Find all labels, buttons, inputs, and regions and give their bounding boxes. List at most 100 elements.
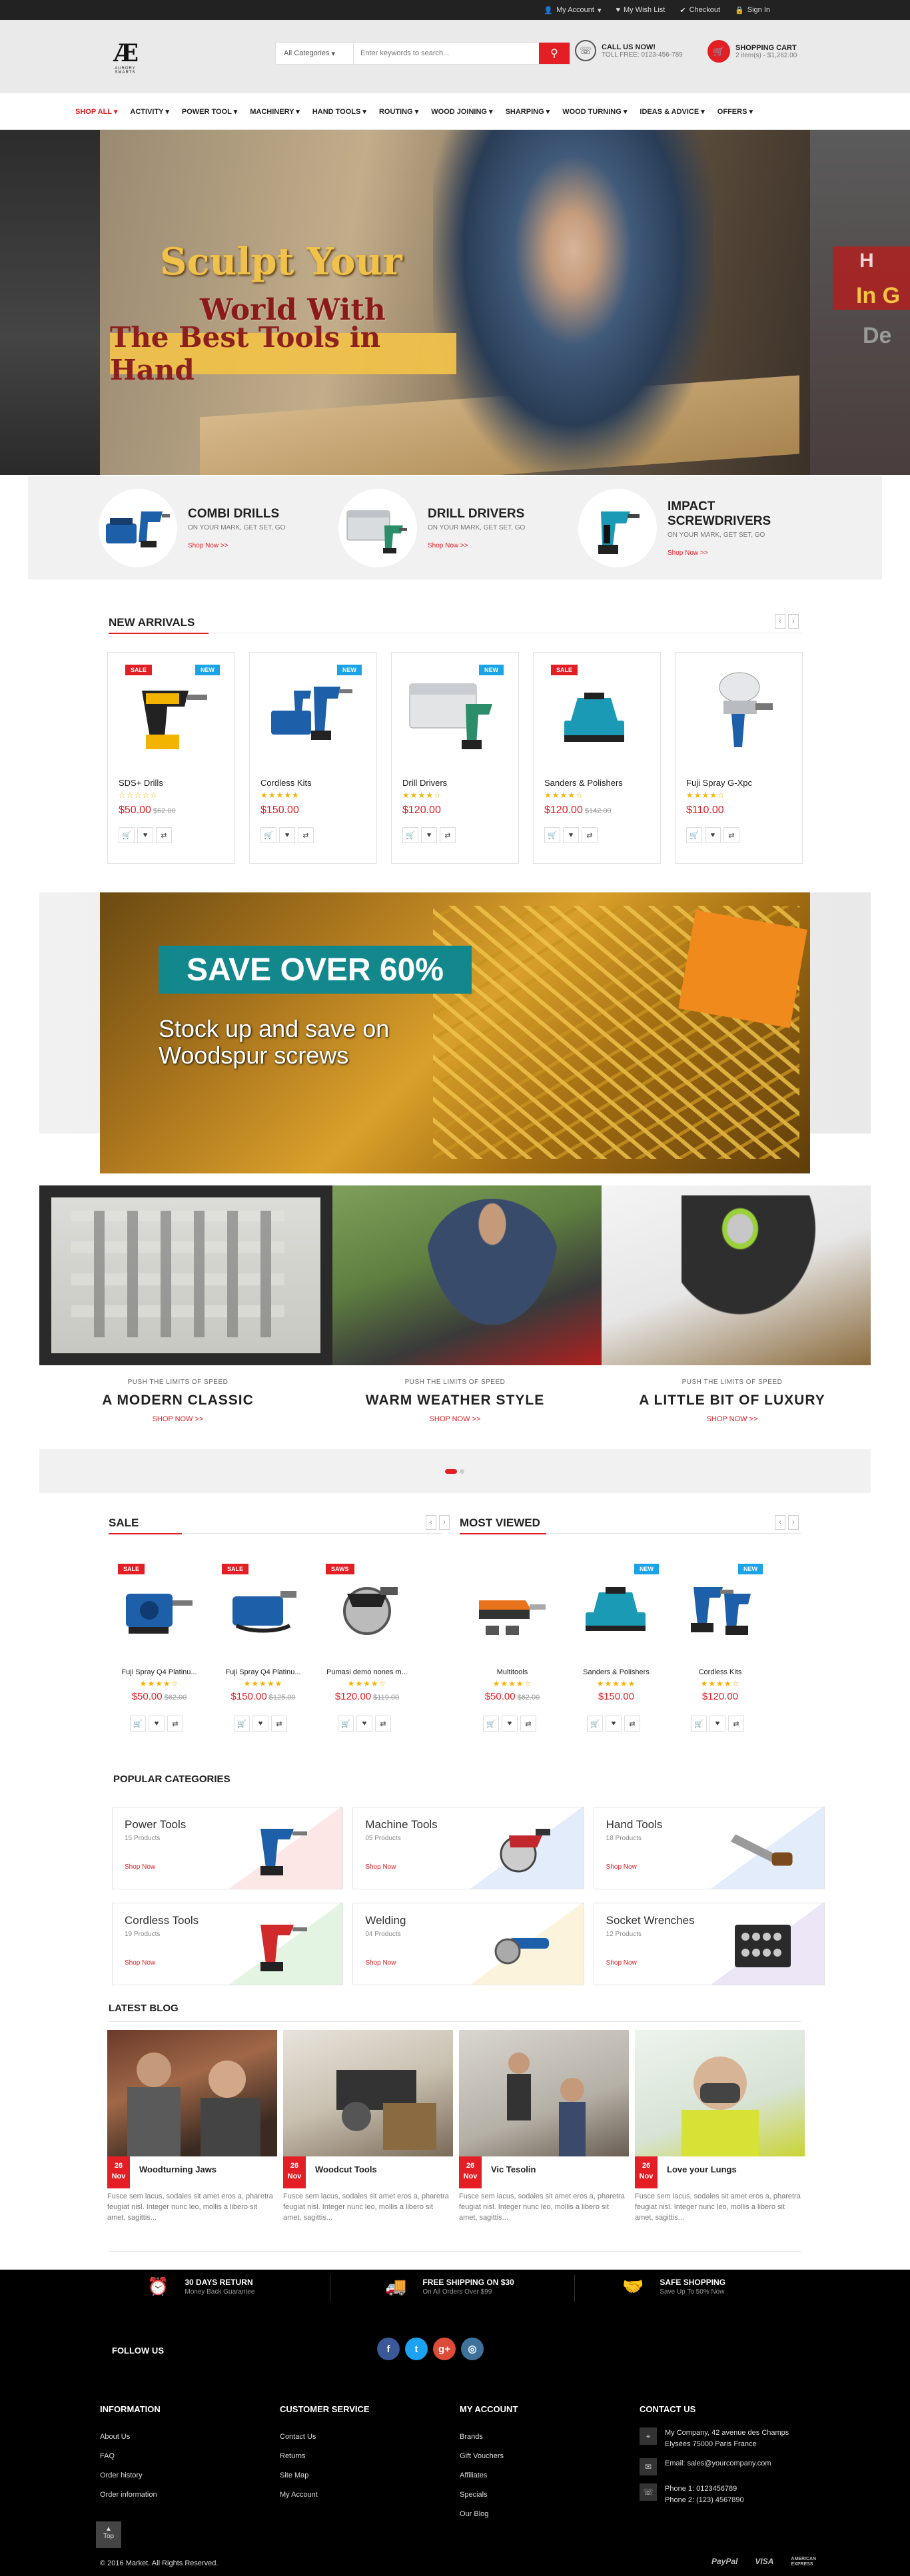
wishlist-icon[interactable]: ♥ — [279, 827, 295, 843]
prev-arrow-icon[interactable]: ‹ — [775, 1515, 785, 1530]
blog-post[interactable]: 26 Nov Vic Tesolin Fusce sem lacus, sodal… — [459, 2030, 629, 2222]
shop-now-link[interactable]: Shop Now — [606, 1863, 637, 1871]
add-to-cart-icon[interactable]: 🛒 — [402, 827, 418, 843]
category-select[interactable]: All Categories ▾ — [276, 43, 354, 64]
facebook-icon[interactable]: f — [377, 2338, 400, 2360]
footer-link[interactable]: Brands — [460, 2427, 518, 2447]
add-to-cart-icon[interactable]: 🛒 — [119, 827, 135, 843]
shop-now-link[interactable]: SHOP NOW >> — [594, 1415, 871, 1423]
banner-luxury-image[interactable] — [602, 1185, 871, 1365]
product-name[interactable]: Fuji Spray G-Xpc — [686, 778, 752, 788]
product-card[interactable]: Fuji Spray G-Xpc ★★★★☆ $110.00 🛒 ♥ ⇄ — [675, 652, 803, 864]
shopping-cart[interactable]: 🛒 SHOPPING CART 2 item(s) - $1,262.00 — [707, 40, 797, 63]
shop-now-link[interactable]: SHOP NOW >> — [316, 1415, 594, 1423]
compare-icon[interactable]: ⇄ — [271, 1716, 287, 1732]
product-name[interactable]: Sanders & Polishers — [544, 778, 623, 788]
shop-now-link[interactable]: Shop Now — [125, 1863, 155, 1871]
banner-modern-classic-image[interactable] — [39, 1185, 332, 1365]
product-card[interactable]: SALE NEW SDS+ Drills ☆☆☆☆☆ $50.00 $62.00 … — [107, 652, 235, 864]
nav-hand-tools[interactable]: HAND TOOLS ▾ — [312, 107, 366, 116]
nav-wood-joining[interactable]: WOOD JOINING ▾ — [431, 107, 492, 116]
blog-title[interactable]: Woodturning Jaws — [139, 2164, 217, 2174]
compare-icon[interactable]: ⇄ — [624, 1716, 640, 1732]
blog-post[interactable]: 26 Nov Woodturning Jaws Fusce sem lacus, … — [107, 2030, 277, 2222]
category-card-power-tools[interactable]: Power Tools 15 Products Shop Now — [112, 1807, 344, 1889]
compare-icon[interactable]: ⇄ — [520, 1716, 536, 1732]
logo[interactable]: Æ AURORY SMARTS — [104, 40, 147, 77]
compare-icon[interactable]: ⇄ — [298, 827, 314, 843]
product-name[interactable]: Fuji Spray Q4 Platinu... — [110, 1668, 209, 1676]
product-card[interactable]: NEW Drill Drivers ★★★★☆ $120.00 🛒 ♥ ⇄ — [391, 652, 519, 864]
footer-link[interactable]: About Us — [100, 2427, 161, 2447]
wishlist-icon[interactable]: ♥ — [149, 1716, 165, 1732]
add-to-cart-icon[interactable]: 🛒 — [587, 1716, 603, 1732]
twitter-icon[interactable]: t — [405, 2338, 428, 2360]
search-input[interactable] — [354, 43, 539, 64]
category-card-hand-tools[interactable]: Hand Tools 18 Products Shop Now — [593, 1807, 825, 1889]
product-name[interactable]: Cordless Kits — [260, 778, 312, 788]
blog-title[interactable]: Vic Tesolin — [491, 2164, 536, 2174]
product-name[interactable]: Pumasi demo nones m... — [318, 1668, 416, 1676]
compare-icon[interactable]: ⇄ — [728, 1716, 744, 1732]
banner-warm-weather-image[interactable] — [332, 1185, 602, 1365]
category-card-machine-tools[interactable]: Machine Tools 05 Products Shop Now — [352, 1807, 584, 1889]
google-plus-icon[interactable]: g+ — [433, 2338, 456, 2360]
nav-routing[interactable]: ROUTING ▾ — [379, 107, 418, 116]
compare-icon[interactable]: ⇄ — [167, 1716, 183, 1732]
add-to-cart-icon[interactable]: 🛒 — [691, 1716, 707, 1732]
featured-drill-drivers[interactable]: DRILL DRIVERS ON YOUR MARK, GET SET, GO … — [338, 476, 578, 579]
wishlist-icon[interactable]: ♥ — [356, 1716, 372, 1732]
footer-link[interactable]: My Account — [280, 2485, 370, 2505]
blog-post[interactable]: 26 Nov Love your Lungs Fusce sem lacus, s… — [635, 2030, 805, 2222]
add-to-cart-icon[interactable]: 🛒 — [260, 827, 276, 843]
search-button[interactable]: ⚲ — [539, 43, 570, 64]
product-card[interactable]: SAWS Pumasi demo nones m... ★★★★☆ $120.0… — [318, 1558, 416, 1745]
prev-arrow-icon[interactable]: ‹ — [775, 614, 785, 629]
footer-link[interactable]: Returns — [280, 2447, 370, 2466]
featured-impact-screwdrivers[interactable]: IMPACT SCREWDRIVERS ON YOUR MARK, GET SE… — [578, 476, 818, 579]
nav-wood-turning[interactable]: WOOD TURNING ▾ — [562, 107, 627, 116]
footer-link[interactable]: Affiliates — [460, 2466, 518, 2485]
product-name[interactable]: Cordless Kits — [671, 1668, 769, 1676]
wishlist-icon[interactable]: ♥ — [137, 827, 153, 843]
wishlist-icon[interactable]: ♥ — [705, 827, 721, 843]
category-card-socket-wrenches[interactable]: Socket Wrenches 12 Products Shop Now — [593, 1903, 825, 1985]
shop-now-link[interactable]: SHOP NOW >> — [39, 1415, 316, 1423]
back-to-top-button[interactable]: ▲ Top — [96, 2521, 121, 2548]
footer-link[interactable]: Specials — [460, 2485, 518, 2505]
compare-icon[interactable]: ⇄ — [582, 827, 598, 843]
signin-link[interactable]: 🔒 Sign In — [735, 6, 770, 15]
shop-now-link[interactable]: Shop Now >> — [668, 549, 771, 557]
dot-active[interactable] — [445, 1469, 457, 1474]
blog-title[interactable]: Love your Lungs — [667, 2164, 737, 2174]
shop-now-link[interactable]: Shop Now >> — [188, 542, 285, 549]
wishlist-icon[interactable]: ♥ — [563, 827, 579, 843]
hero-slider[interactable]: Sculpt Your World With The Best Tools in… — [0, 130, 910, 475]
my-account-link[interactable]: 👤 My Account ▾ — [544, 6, 601, 15]
promo-banner[interactable]: SAVE OVER 60% Stock up and save on Woods… — [39, 892, 871, 1173]
instagram-icon[interactable]: ◎ — [461, 2338, 484, 2360]
wishlist-icon[interactable]: ♥ — [421, 827, 437, 843]
compare-icon[interactable]: ⇄ — [440, 827, 456, 843]
wishlist-icon[interactable]: ♥ — [606, 1716, 622, 1732]
product-name[interactable]: SDS+ Drills — [119, 778, 163, 788]
product-card[interactable]: SALE Fuji Spray Q4 Platinu... ★★★★★ $150… — [214, 1558, 312, 1745]
compare-icon[interactable]: ⇄ — [375, 1716, 391, 1732]
add-to-cart-icon[interactable]: 🛒 — [483, 1716, 499, 1732]
shop-now-link[interactable]: Shop Now — [606, 1959, 637, 1967]
product-name[interactable]: Fuji Spray Q4 Platinu... — [214, 1668, 312, 1676]
nav-ideas-advice[interactable]: IDEAS & ADVICE ▾ — [640, 107, 704, 116]
dot[interactable] — [460, 1469, 464, 1474]
footer-link[interactable]: Our Blog — [460, 2505, 518, 2524]
shop-now-link[interactable]: Shop Now — [365, 1863, 396, 1871]
nav-shop-all[interactable]: SHOP ALL ▾ — [75, 107, 117, 116]
shop-now-link[interactable]: Shop Now — [365, 1959, 396, 1967]
nav-power-tool[interactable]: POWER TOOL ▾ — [182, 107, 237, 116]
email-text[interactable]: Email: sales@yourcompany.com — [665, 2458, 771, 2469]
wishlist-link[interactable]: ♥ My Wish List — [616, 6, 665, 14]
add-to-cart-icon[interactable]: 🛒 — [234, 1716, 250, 1732]
blog-post[interactable]: 26 Nov Woodcut Tools Fusce sem lacus, sod… — [283, 2030, 453, 2222]
footer-link[interactable]: Site Map — [280, 2466, 370, 2485]
nav-sharping[interactable]: SHARPING ▾ — [506, 107, 550, 116]
compare-icon[interactable]: ⇄ — [156, 827, 172, 843]
